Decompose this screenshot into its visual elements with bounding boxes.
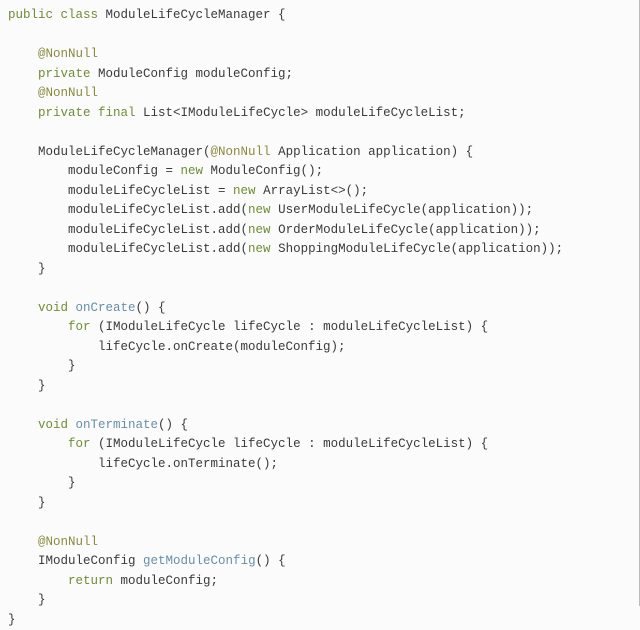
token-id: ArrayList<>(); [263,184,368,198]
token-plain [8,86,38,100]
token-plain: } [8,476,76,490]
token-id: ModuleConfig(); [211,164,324,178]
token-plain: } [8,613,16,627]
token-ann: @NonNull [38,47,98,61]
token-plain: moduleConfig = [8,164,181,178]
token-ann: @NonNull [38,86,98,100]
token-plain: } [8,379,46,393]
token-id: (IModuleLifeCycle lifeCycle : moduleLife… [98,320,488,334]
token-method: getModuleConfig [143,554,256,568]
token-kw: for [68,437,98,451]
token-kw: return [68,574,121,588]
token-kw: for [68,320,98,334]
token-kw: void [38,301,76,315]
token-plain: moduleLifeCycleList.add( [8,223,248,237]
token-kw: void [38,418,76,432]
token-plain [8,535,38,549]
token-kw: new [248,203,278,217]
token-id: moduleConfig; [121,574,219,588]
token-plain [8,47,38,61]
token-kw: private [38,67,98,81]
token-id: UserModuleLifeCycle(application)); [278,203,533,217]
token-plain: } [8,496,46,510]
token-plain: } [8,262,46,276]
token-id: ModuleConfig moduleConfig; [98,67,293,81]
token-id: ModuleLifeCycleManager { [106,8,286,22]
token-ann: @NonNull [211,145,271,159]
token-plain: lifeCycle.onCreate(moduleConfig); [8,340,346,354]
token-id: IModuleConfig [38,554,143,568]
token-id: () { [158,418,188,432]
token-plain [8,67,38,81]
token-kw: new [248,242,278,256]
token-plain: } [8,593,46,607]
token-plain: moduleLifeCycleList.add( [8,242,248,256]
token-kw: class [61,8,106,22]
token-id: Application application) { [271,145,474,159]
token-id: ModuleLifeCycleManager( [38,145,211,159]
token-plain [8,320,68,334]
token-plain: moduleLifeCycleList = [8,184,233,198]
code-block: public class ModuleLifeCycleManager { @N… [8,6,639,630]
token-kw: public [8,8,61,22]
token-plain [8,437,68,451]
token-kw: new [181,164,211,178]
token-plain [8,418,38,432]
token-kw: private final [38,106,143,120]
token-id: () { [256,554,286,568]
token-kw: new [233,184,263,198]
token-id: List<IModuleLifeCycle> moduleLifeCycleLi… [143,106,466,120]
token-plain: moduleLifeCycleList.add( [8,203,248,217]
token-id: () { [136,301,166,315]
token-plain [8,574,68,588]
token-plain [8,145,38,159]
token-plain [8,554,38,568]
token-method: onTerminate [76,418,159,432]
token-plain [8,301,38,315]
token-ann: @NonNull [38,535,98,549]
token-id: ShoppingModuleLifeCycle(application)); [278,242,563,256]
token-id: (IModuleLifeCycle lifeCycle : moduleLife… [98,437,488,451]
token-id: OrderModuleLifeCycle(application)); [278,223,541,237]
token-plain: lifeCycle.onTerminate(); [8,457,278,471]
token-method: onCreate [76,301,136,315]
token-plain [8,106,38,120]
token-plain: } [8,359,76,373]
token-kw: new [248,223,278,237]
